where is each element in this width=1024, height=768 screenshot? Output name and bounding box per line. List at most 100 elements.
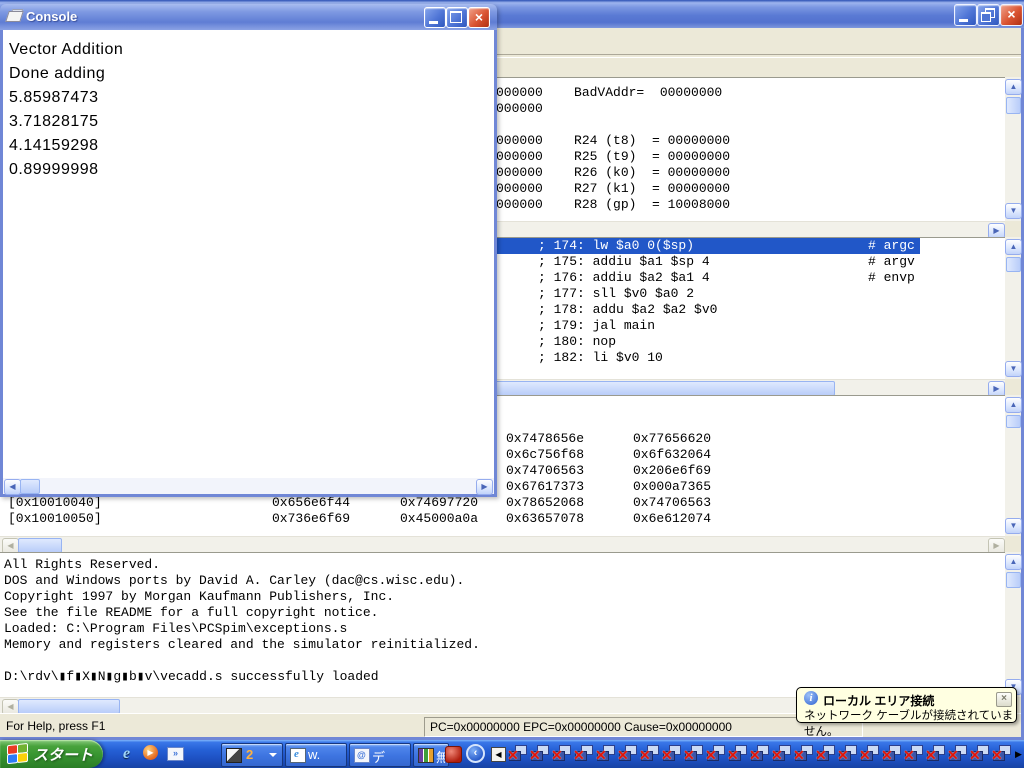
minimize-icon: [959, 19, 968, 22]
data-row: [0x10010040]0x656e6f440x746977200x786520…: [0, 495, 1005, 511]
console-title: Console: [26, 9, 77, 24]
network-disconnected-icon[interactable]: ✕: [506, 744, 528, 764]
scroll-down-icon[interactable]: ▼: [1005, 361, 1022, 377]
tray-hide-icons-chevron[interactable]: ‹: [466, 744, 485, 763]
console-maximize-button[interactable]: [446, 7, 468, 28]
network-disconnected-icon[interactable]: ✕: [726, 744, 748, 764]
network-disconnected-icon[interactable]: ✕: [880, 744, 902, 764]
start-button[interactable]: スタート: [0, 740, 103, 768]
tray-overflow-icon[interactable]: ▶: [1015, 749, 1022, 760]
balloon-close-button[interactable]: ×: [996, 692, 1012, 707]
data-word: 0x77656620: [633, 431, 711, 447]
internet-explorer-icon[interactable]: e: [118, 745, 135, 762]
data-vscroll-thumb[interactable]: [1006, 415, 1021, 428]
text-vscrollbar[interactable]: ▲ ▼: [1005, 237, 1021, 379]
messages-pane: All Rights Reserved.DOS and Windows port…: [0, 552, 1005, 698]
text-vscroll-thumb[interactable]: [1006, 257, 1021, 272]
network-disconnected-icon[interactable]: ✕: [792, 744, 814, 764]
taskbar-group-button-pcspim[interactable]: 2: [221, 743, 283, 767]
chevron-down-icon: [269, 753, 277, 757]
messages-vscrollbar[interactable]: ▲ ▼: [1005, 552, 1021, 697]
network-disconnected-icon[interactable]: ✕: [990, 744, 1012, 764]
network-disconnected-icon[interactable]: ✕: [946, 744, 968, 764]
scroll-down-icon[interactable]: ▼: [1005, 518, 1022, 534]
tray-ime-icon[interactable]: ◀: [491, 747, 506, 762]
network-disconnected-icon[interactable]: ✕: [572, 744, 594, 764]
main-restore-button[interactable]: [977, 4, 1000, 26]
network-disconnected-icon[interactable]: ✕: [704, 744, 726, 764]
network-disconnected-icon[interactable]: ✕: [858, 744, 880, 764]
console-line: Vector Addition: [9, 38, 494, 62]
main-minimize-button[interactable]: [954, 4, 977, 26]
data-address: [0x10010050]: [8, 511, 102, 527]
message-line: See the file README for a full copyright…: [4, 605, 1005, 621]
close-icon: ×: [1007, 6, 1015, 22]
network-disconnected-icon[interactable]: ✕: [748, 744, 770, 764]
data-word: 0x7478656e: [506, 431, 584, 447]
message-line: Copyright 1997 by Morgan Kaufmann Publis…: [4, 589, 1005, 605]
tray-icon-red[interactable]: [445, 746, 462, 763]
minimize-icon: [429, 21, 438, 24]
data-hscrollbar[interactable]: ◀ ▶: [0, 536, 1005, 553]
restore-icon: [981, 12, 991, 22]
main-close-button[interactable]: ×: [1000, 4, 1023, 26]
scroll-up-icon[interactable]: ▲: [1005, 239, 1022, 255]
message-line: D:\rdv\▮f▮X▮N▮g▮b▮v\vecadd.s successfull…: [4, 669, 1005, 685]
network-disconnected-icon[interactable]: ✕: [814, 744, 836, 764]
console-hscrollbar[interactable]: ◀ ▶: [3, 478, 494, 494]
data-word: 0x736e6f69: [272, 511, 350, 527]
scroll-left-icon[interactable]: ◀: [4, 479, 21, 495]
network-disconnected-icon[interactable]: ✕: [968, 744, 990, 764]
data-word: 0x6f632064: [633, 447, 711, 463]
network-disconnected-icon[interactable]: ✕: [638, 744, 660, 764]
console-window: Console × Vector AdditionDone adding5.85…: [0, 4, 497, 497]
console-titlebar[interactable]: Console ×: [0, 4, 497, 30]
instruction-text: ; 178: addu $a2 $a2 $v0: [538, 302, 717, 318]
console-hscroll-thumb[interactable]: [20, 479, 40, 494]
instruction-comment: # argc: [868, 238, 915, 254]
console-output: Vector AdditionDone adding5.859874733.71…: [3, 30, 494, 478]
network-disconnected-icon[interactable]: ✕: [660, 744, 682, 764]
console-line: 0.89999998: [9, 158, 494, 182]
console-line: 4.14159298: [9, 134, 494, 158]
network-disconnected-icon[interactable]: ✕: [550, 744, 572, 764]
scrollbar-corner: [1005, 379, 1021, 395]
scroll-down-icon[interactable]: ▼: [1005, 203, 1022, 219]
data-word: 0x67617373: [506, 479, 584, 495]
messages-vscroll-thumb[interactable]: [1006, 572, 1021, 588]
status-help-text: For Help, press F1: [6, 719, 105, 733]
scroll-up-icon[interactable]: ▲: [1005, 397, 1022, 413]
data-word: 0x74706563: [633, 495, 711, 511]
network-disconnected-icon[interactable]: ✕: [836, 744, 858, 764]
outlook-express-icon[interactable]: »: [167, 747, 184, 761]
scroll-right-icon[interactable]: ▶: [476, 479, 493, 495]
group-count: 2: [246, 747, 253, 762]
network-disconnected-icon[interactable]: ✕: [902, 744, 924, 764]
media-player-icon[interactable]: ▶: [143, 745, 158, 760]
taskbar-button-app[interactable]: 無: [413, 743, 449, 767]
taskbar-button-ie[interactable]: w.: [285, 743, 347, 767]
data-word: 0x206e6f69: [633, 463, 711, 479]
network-disconnected-icon[interactable]: ✕: [770, 744, 792, 764]
data-word: 0x78652068: [506, 495, 584, 511]
messages-hscroll-thumb[interactable]: [18, 699, 120, 714]
data-address: [0x10010040]: [8, 495, 102, 511]
console-minimize-button[interactable]: [424, 7, 446, 28]
registers-vscroll-thumb[interactable]: [1006, 97, 1021, 114]
network-disconnected-icon[interactable]: ✕: [682, 744, 704, 764]
info-icon: i: [804, 691, 818, 705]
scroll-up-icon[interactable]: ▲: [1005, 554, 1022, 570]
balloon-text: ネットワーク ケーブルが接続されていません。: [804, 707, 1016, 739]
network-disconnected-icon[interactable]: ✕: [924, 744, 946, 764]
taskbar: スタート e ▶ » 2 w. デ 無 ‹ ◀ ✕✕✕✕✕✕✕✕✕✕✕✕✕✕✕✕…: [0, 740, 1024, 768]
taskbar-button-mail[interactable]: デ: [349, 743, 411, 767]
network-disconnected-icon[interactable]: ✕: [528, 744, 550, 764]
data-word: 0x45000a0a: [400, 511, 478, 527]
data-hscroll-thumb[interactable]: [18, 538, 62, 553]
data-vscrollbar[interactable]: ▲ ▼: [1005, 395, 1021, 536]
scroll-up-icon[interactable]: ▲: [1005, 79, 1022, 95]
console-close-button[interactable]: ×: [468, 7, 490, 28]
network-disconnected-icon[interactable]: ✕: [616, 744, 638, 764]
registers-vscrollbar[interactable]: ▲ ▼: [1005, 77, 1021, 221]
network-disconnected-icon[interactable]: ✕: [594, 744, 616, 764]
